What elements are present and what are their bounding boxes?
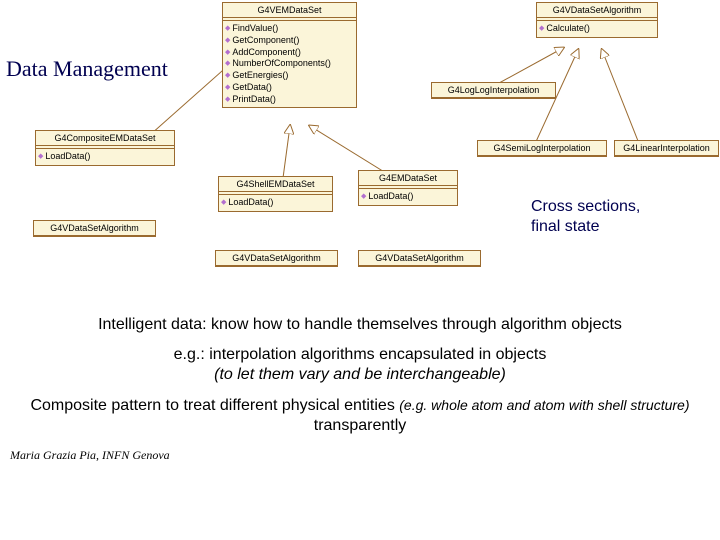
class-methods: LoadData() xyxy=(36,149,174,165)
class-title: G4CompositeEMDataSet xyxy=(36,131,174,146)
class-algorithm-ref1: G4VDataSetAlgorithm xyxy=(33,220,156,237)
paragraph-intelligent-data: Intelligent data: know how to handle the… xyxy=(0,316,720,334)
class-algorithm-ref2: G4VDataSetAlgorithm xyxy=(215,250,338,267)
footer-author: Maria Grazia Pia, INFN Genova xyxy=(10,448,170,463)
class-shell: G4ShellEMDataSet LoadData() xyxy=(218,176,333,212)
class-title: G4ShellEMDataSet xyxy=(219,177,332,192)
class-linear: G4LinearInterpolation xyxy=(614,140,719,157)
class-g4vdatasetalgorithm: G4VDataSetAlgorithm Calculate() xyxy=(536,2,658,38)
class-title: G4VDataSetAlgorithm xyxy=(359,251,480,266)
class-g4vemdataset: G4VEMDataSet FindValue() GetComponent() … xyxy=(222,2,357,108)
class-title: G4VDataSetAlgorithm xyxy=(216,251,337,266)
note-cross-sections: Cross sections, final state xyxy=(531,197,640,237)
class-title: G4EMDataSet xyxy=(359,171,457,186)
class-title: G4LinearInterpolation xyxy=(615,141,718,156)
class-loglog: G4LogLogInterpolation xyxy=(431,82,556,99)
class-methods: LoadData() xyxy=(219,195,332,211)
class-methods: LoadData() xyxy=(359,189,457,205)
class-semilog: G4SemiLogInterpolation xyxy=(477,140,607,157)
class-title: G4LogLogInterpolation xyxy=(432,83,555,98)
paragraph-interpolation: e.g.: interpolation algorithms encapsula… xyxy=(0,345,720,385)
class-title: G4VDataSetAlgorithm xyxy=(34,221,155,236)
class-title: G4SemiLogInterpolation xyxy=(478,141,606,156)
class-composite: G4CompositeEMDataSet LoadData() xyxy=(35,130,175,166)
class-methods: Calculate() xyxy=(537,21,657,37)
class-title: G4VDataSetAlgorithm xyxy=(537,3,657,18)
paragraph-composite: Composite pattern to treat different phy… xyxy=(0,396,720,436)
class-title: G4VEMDataSet xyxy=(223,3,356,18)
section-heading: Data Management xyxy=(6,56,168,82)
class-algorithm-ref3: G4VDataSetAlgorithm xyxy=(358,250,481,267)
class-em: G4EMDataSet LoadData() xyxy=(358,170,458,206)
class-methods: FindValue() GetComponent() AddComponent(… xyxy=(223,21,356,107)
